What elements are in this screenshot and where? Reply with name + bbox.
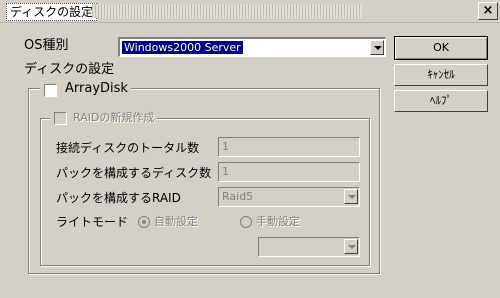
chevron-down-icon[interactable] [370,40,384,55]
cancel-button[interactable]: ｷｬﾝｾﾙ [394,64,488,86]
arraydisk-label: ArrayDisk [65,81,128,96]
ok-button[interactable]: OK [394,36,488,60]
title-bar-pattern [92,4,362,18]
pack-disks-field[interactable]: 1 [218,162,360,182]
os-type-selected-value: Windows2000 Server [122,41,243,54]
raid-new-checkbox[interactable] [54,112,67,125]
write-mode-label: ライトモード [56,215,129,229]
help-button[interactable]: ﾍﾙﾌﾟ [394,90,488,112]
raid-new-label: RAIDの新規作成 [73,111,155,124]
pack-raid-select[interactable]: Raid5 [218,187,360,207]
pack-disks-label: パックを構成するディスク数 [56,166,212,180]
os-type-label: OS種別 [24,38,69,53]
arraydisk-checkbox[interactable] [44,84,57,97]
pack-raid-label: パックを構成するRAID [56,191,181,205]
manual-setting-select[interactable] [258,237,360,257]
chevron-down-icon[interactable] [344,189,358,204]
manual-setting-radio[interactable] [240,216,252,228]
window-title: ディスクの設定 [6,3,98,21]
pack-raid-value: Raid5 [222,190,254,203]
raid-new-legend: RAIDの新規作成 [50,110,158,126]
close-button[interactable]: × [478,2,498,20]
chevron-down-icon[interactable] [344,239,358,254]
total-disks-field[interactable]: 1 [218,137,360,157]
manual-setting-label: 手動設定 [256,215,300,228]
disk-settings-label: ディスクの設定 [24,62,115,77]
arraydisk-legend: ArrayDisk [40,81,131,97]
auto-setting-label: 自動設定 [154,215,198,228]
total-disks-label: 接続ディスクのトータル数 [56,141,200,155]
os-type-select[interactable]: Windows2000 Server [118,37,386,57]
auto-setting-radio[interactable] [138,216,150,228]
